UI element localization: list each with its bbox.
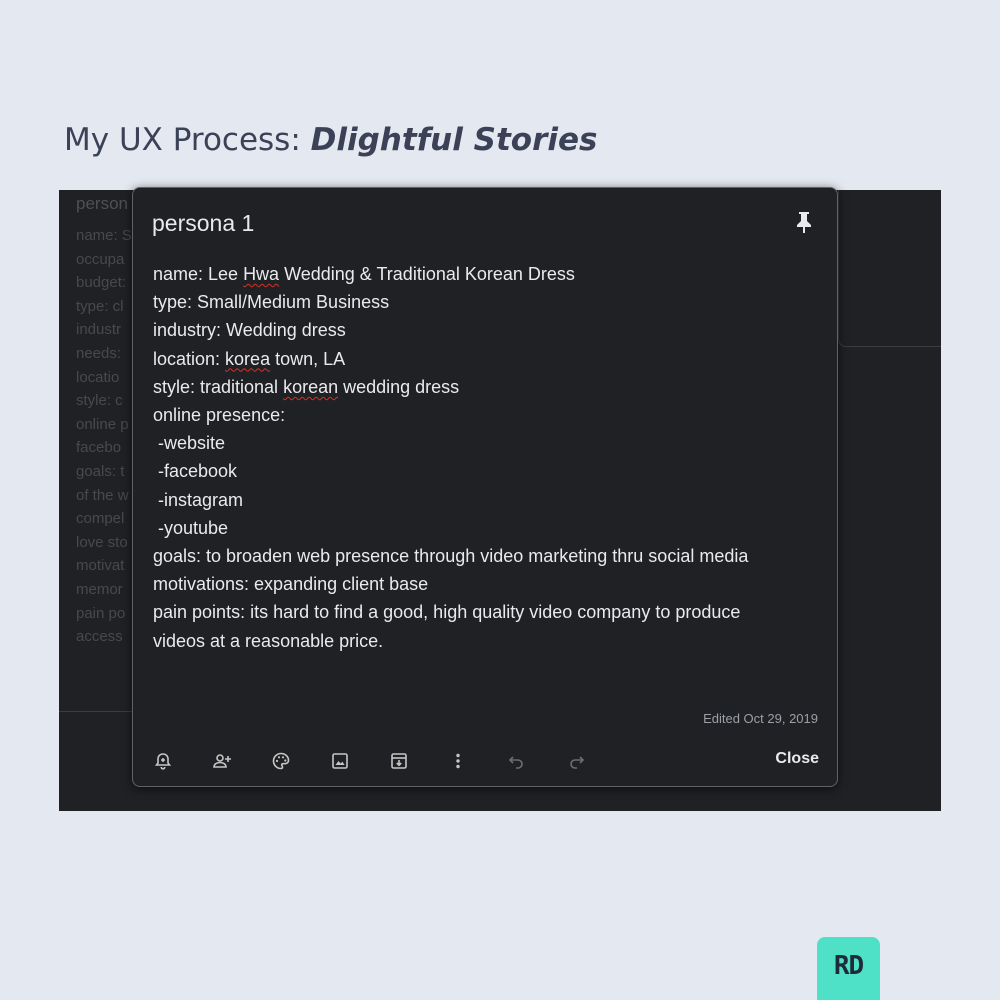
page-heading: My UX Process: Dlightful Stories xyxy=(64,122,598,158)
note-text-segment: goals: to broaden web presence through v… xyxy=(153,546,749,567)
heading-emphasis: Dlightful Stories xyxy=(310,122,598,158)
pin-icon[interactable] xyxy=(794,210,814,234)
redo-icon[interactable] xyxy=(566,751,586,771)
note-text-segment: motivations: expanding client base xyxy=(153,574,429,595)
note-line: pain points: its hard to find a good, hi… xyxy=(153,598,818,626)
note-line: motivations: expanding client base xyxy=(153,570,818,598)
note-text-segment: style: traditional xyxy=(153,376,284,397)
background-note-line: industr xyxy=(76,321,122,339)
note-text-segment: -instagram xyxy=(153,489,244,510)
background-note-line: facebo xyxy=(76,439,122,457)
misspelled-word: Hwa xyxy=(243,264,280,284)
remind-me-icon[interactable] xyxy=(153,751,173,771)
note-line: -youtube xyxy=(153,514,818,542)
edited-timestamp: Edited Oct 29, 2019 xyxy=(703,711,818,726)
note-line: -website xyxy=(153,429,818,457)
note-text-segment: Wedding & Traditional Korean Dress xyxy=(279,264,575,284)
background-note-card-right[interactable] xyxy=(838,190,941,347)
background-note-title: person xyxy=(76,194,128,213)
misspelled-word: korean xyxy=(283,376,339,397)
image-icon[interactable] xyxy=(330,751,350,771)
note-line: name: Lee Hwa Wedding & Traditional Kore… xyxy=(153,260,818,288)
more-icon[interactable] xyxy=(448,751,468,771)
background-note-line: online p xyxy=(76,415,129,433)
note-text-segment: town, LA xyxy=(270,348,346,369)
note-text-segment: pain points: its hard to find a good, hi… xyxy=(153,602,741,623)
note-text-segment: name: Lee xyxy=(153,264,244,284)
background-note-line: memor xyxy=(76,581,123,598)
note-title[interactable]: persona 1 xyxy=(152,210,254,237)
background-note-line: budget: xyxy=(76,274,127,292)
rd-logo-badge: RD xyxy=(817,937,880,1000)
background-note-line: style: c xyxy=(76,392,123,410)
note-line: style: traditional korean wedding dress xyxy=(153,373,818,401)
note-line: -instagram xyxy=(153,486,818,514)
collaborator-icon[interactable] xyxy=(212,751,232,771)
note-line: type: Small/Medium Business xyxy=(153,288,818,316)
note-body[interactable]: name: Lee Hwa Wedding & Traditional Kore… xyxy=(153,260,818,655)
archive-icon[interactable] xyxy=(389,751,409,771)
background-note-line: pain po xyxy=(76,604,126,622)
note-text-segment: -website xyxy=(153,433,226,454)
note-line: online presence: xyxy=(153,401,818,429)
background-note-line: occupa xyxy=(76,250,125,268)
note-line: videos at a reasonable price. xyxy=(153,627,818,655)
heading-prefix: My UX Process: xyxy=(64,122,311,158)
note-dialog: persona 1 name: Lee Hwa Wedding & Tradit… xyxy=(132,187,838,787)
note-text-segment: location: xyxy=(153,348,226,369)
note-line: goals: to broaden web presence through v… xyxy=(153,542,818,570)
misspelled-word: korea xyxy=(225,348,271,369)
background-note-line: of the w xyxy=(76,486,129,504)
note-text-segment: -facebook xyxy=(153,461,238,482)
palette-icon[interactable] xyxy=(271,751,291,771)
note-line: location: korea town, LA xyxy=(153,345,818,373)
rd-logo-text: RD xyxy=(833,951,864,981)
background-note-line: compel xyxy=(76,510,125,528)
background-note-line: motivat xyxy=(76,557,125,575)
background-note-line: access xyxy=(76,628,123,646)
background-note-line: love sto xyxy=(76,533,128,551)
note-text-segment: type: Small/Medium Business xyxy=(153,292,390,313)
background-note-line: goals: t xyxy=(76,463,125,480)
note-text-segment: wedding dress xyxy=(338,376,460,397)
note-text-segment: industry: Wedding dress xyxy=(153,320,346,341)
background-note-card[interactable]: person name: S occupa budget: type: cl indus… xyxy=(59,190,141,712)
close-button[interactable]: Close xyxy=(775,750,819,768)
background-note-line: name: S xyxy=(76,227,132,244)
note-line: -facebook xyxy=(153,457,818,485)
background-note-line: locatio xyxy=(76,368,120,386)
note-text-segment: online presence: xyxy=(153,405,286,426)
note-text-segment: videos at a reasonable price. xyxy=(153,630,384,651)
undo-icon[interactable] xyxy=(507,751,527,771)
note-toolbar: Close xyxy=(133,744,837,776)
background-note-line: type: cl xyxy=(76,297,124,315)
note-line: industry: Wedding dress xyxy=(153,316,818,344)
background-note-line: needs: xyxy=(76,345,122,362)
note-text-segment: -youtube xyxy=(153,517,229,538)
